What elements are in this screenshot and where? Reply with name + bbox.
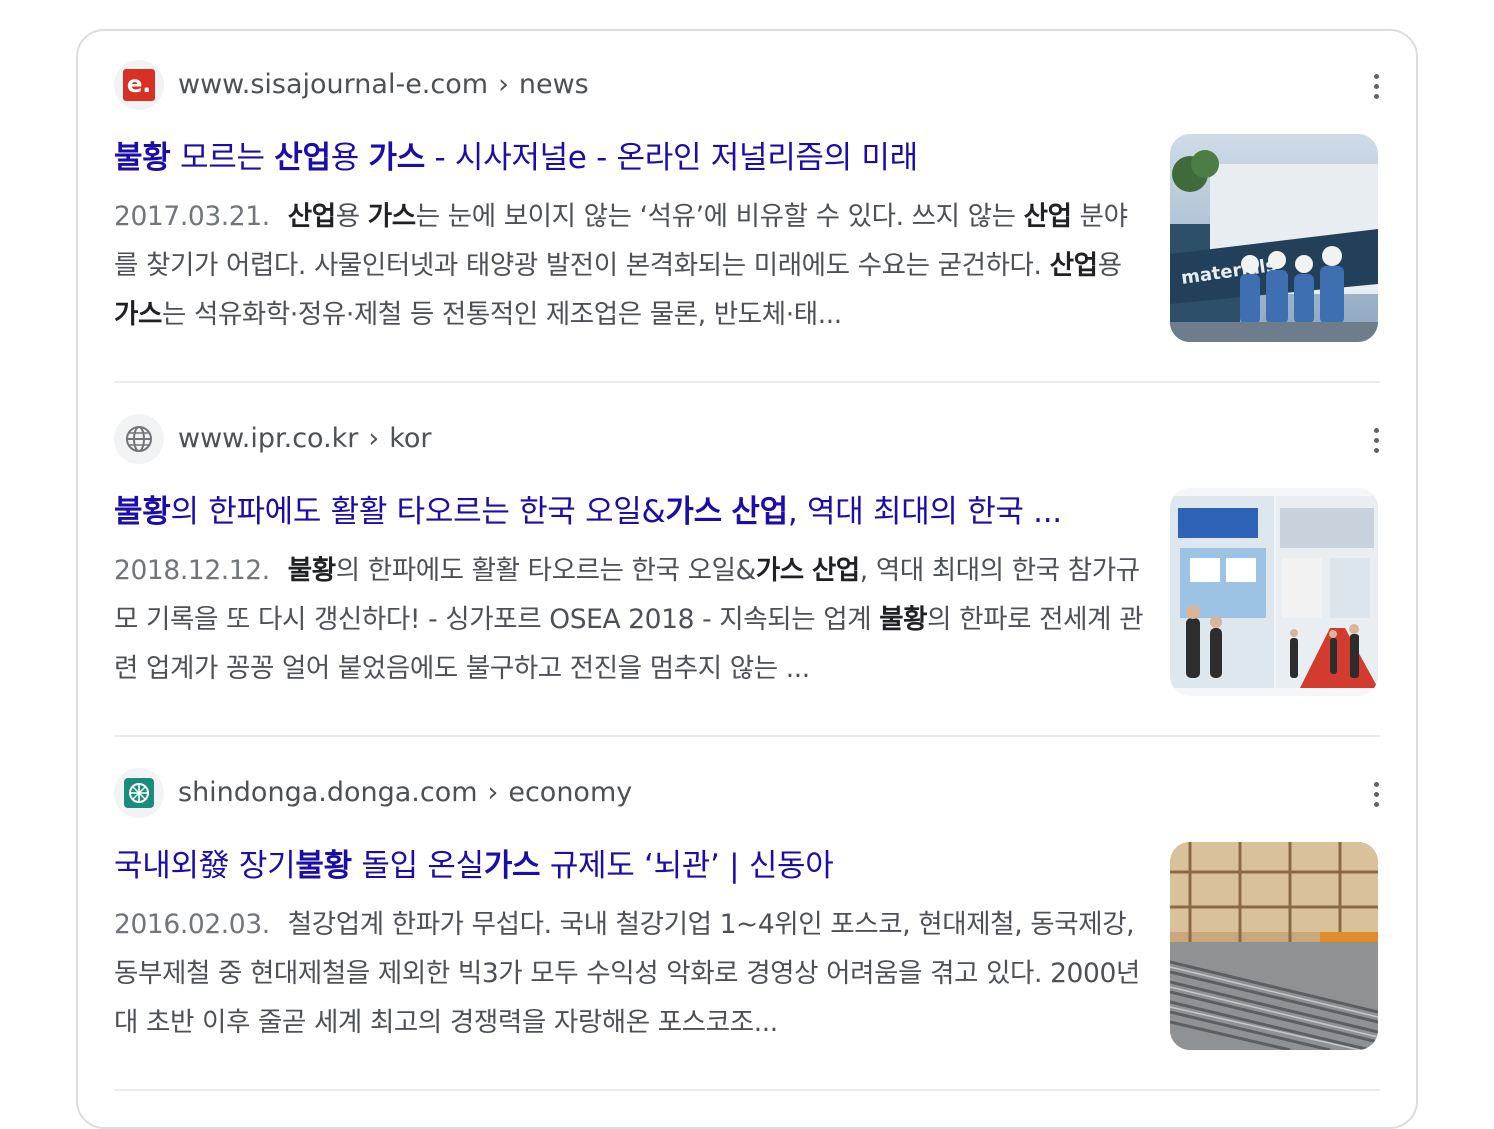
site-breadcrumb[interactable]: www.ipr.co.kr › kor — [178, 423, 432, 454]
site-favicon[interactable] — [114, 768, 164, 818]
highlighted-keyword: 산업 — [1049, 250, 1098, 281]
result-snippet: 2017.03.21. 산업용 가스는 눈에 보이지 않는 ‘석유’에 비유할 수… — [114, 192, 1144, 339]
text-segment: - 시사저널e - 온라인 저널리즘의 미래 — [424, 140, 918, 176]
site-favicon[interactable]: e. — [114, 60, 164, 110]
result-title-link[interactable]: 불황 모르는 산업용 가스 - 시사저널e - 온라인 저널리즘의 미래 — [114, 136, 1144, 180]
text-segment: 돌입 온실 — [351, 848, 484, 884]
site-domain: www.sisajournal-e.com — [178, 69, 489, 100]
text-segment: 용 — [335, 201, 368, 232]
search-result: e. www.sisajournal-e.com › news 불황 모르는 산업용… — [114, 60, 1380, 380]
text-segment: 의 한파에도 활활 타오르는 한국 오일& — [335, 555, 756, 586]
highlighted-keyword: 산업 — [274, 140, 331, 176]
breadcrumb-separator: › — [368, 423, 380, 454]
industrial-gas-workers-image: materials — [1170, 134, 1378, 342]
text-segment: 의 한파에도 활활 타오르는 한국 오일& — [170, 494, 666, 530]
text-segment: 국내외發 장기 — [114, 848, 296, 884]
result-title-link[interactable]: 국내외發 장기불황 돌입 온실가스 규제도 ‘뇌관’ | 신동아 — [114, 844, 1144, 888]
result-snippet: 2016.02.03. 철강업계 한파가 무섭다. 국내 철강기업 1~4위인 포… — [114, 900, 1144, 1047]
highlighted-keyword: 가스 — [755, 555, 804, 586]
more-options-icon[interactable] — [1362, 780, 1390, 808]
highlighted-keyword: 불황 — [114, 140, 171, 176]
result-date: 2016.02.03. — [114, 909, 270, 940]
site-domain: www.ipr.co.kr — [178, 423, 359, 454]
exhibition-hall-image — [1170, 488, 1378, 696]
text-segment — [804, 555, 812, 586]
text-segment: 는 석유화학·정유·제철 등 전통적인 제조업은 물론, 반도체·태... — [161, 299, 842, 330]
text-segment — [722, 494, 732, 530]
result-divider — [114, 735, 1380, 737]
site-breadcrumb[interactable]: shindonga.donga.com › economy — [178, 777, 632, 808]
search-result: shindonga.donga.com › economy 국내외發 장기불황 돌입… — [114, 768, 1380, 1088]
result-date: 2017.03.21. — [114, 201, 270, 232]
more-options-icon[interactable] — [1362, 72, 1390, 100]
breadcrumb-separator: › — [487, 777, 499, 808]
result-title-link[interactable]: 불황의 한파에도 활활 타오르는 한국 오일&가스 산업, 역대 최대의 한국 … — [114, 490, 1144, 534]
highlighted-keyword: 가스 — [665, 494, 722, 530]
highlighted-keyword: 산업 — [731, 494, 788, 530]
highlighted-keyword: 가스 — [483, 848, 541, 884]
search-result: www.ipr.co.kr › kor 불황의 한파에도 활활 타오르는 한국 오일… — [114, 414, 1380, 734]
globe-icon — [126, 426, 152, 452]
result-thumbnail[interactable]: materials — [1170, 134, 1378, 342]
site-breadcrumb[interactable]: www.sisajournal-e.com › news — [178, 69, 589, 100]
text-segment: 모르는 — [170, 140, 275, 176]
steel-rebar-construction-image — [1170, 842, 1378, 1050]
site-path: news — [518, 69, 589, 100]
highlighted-keyword: 가스 — [114, 299, 162, 330]
result-divider — [114, 1089, 1380, 1091]
result-thumbnail[interactable] — [1170, 842, 1378, 1050]
more-options-icon[interactable] — [1362, 426, 1390, 454]
sisajournal-e-logo-icon: e. — [123, 69, 155, 101]
highlighted-keyword: 산업 — [287, 201, 336, 232]
site-path: economy — [508, 777, 633, 808]
text-segment: 는 눈에 보이지 않는 ‘석유’에 비유할 수 있다. 쓰지 않는 — [415, 201, 1024, 232]
shindonga-logo-icon — [124, 778, 154, 808]
site-domain: shindonga.donga.com — [178, 777, 478, 808]
highlighted-keyword: 가스 — [367, 201, 416, 232]
breadcrumb-separator: › — [498, 69, 509, 100]
text-segment: , 역대 최대의 한국 ... — [787, 494, 1062, 530]
highlighted-keyword: 불황 — [879, 604, 928, 635]
site-path: kor — [389, 423, 432, 454]
text-segment: 규제도 ‘뇌관’ | 신동아 — [540, 848, 834, 884]
highlighted-keyword: 산업 — [1023, 201, 1072, 232]
text-segment: 용 — [1097, 250, 1122, 281]
highlighted-keyword: 가스 — [368, 140, 425, 176]
highlighted-keyword: 불황 — [114, 494, 171, 530]
result-divider — [114, 381, 1380, 383]
text-segment: 용 — [330, 140, 369, 176]
site-favicon[interactable] — [114, 414, 164, 464]
highlighted-keyword: 불황 — [295, 848, 352, 884]
result-date: 2018.12.12. — [114, 555, 270, 586]
highlighted-keyword: 불황 — [287, 555, 336, 586]
result-snippet: 2018.12.12. 불황의 한파에도 활활 타오르는 한국 오일&가스 산업,… — [114, 546, 1144, 693]
highlighted-keyword: 산업 — [811, 555, 860, 586]
result-thumbnail[interactable] — [1170, 488, 1378, 696]
